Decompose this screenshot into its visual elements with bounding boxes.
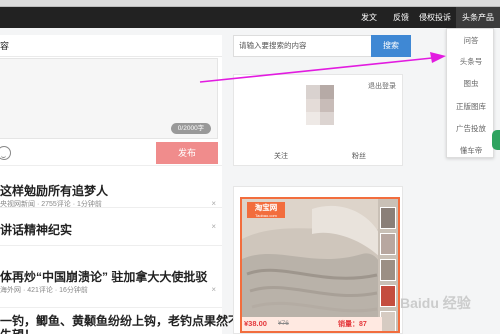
thumbnail[interactable]: [380, 285, 396, 307]
price-bar: ¥38.00 ¥76 销量：87: [242, 317, 382, 331]
post-textarea[interactable]: 0/2000字: [0, 58, 218, 139]
close-icon[interactable]: ×: [211, 285, 216, 294]
search-button[interactable]: 搜索: [371, 35, 411, 57]
feed-title[interactable]: 这样勉励所有追梦人: [0, 182, 108, 199]
thumbnail[interactable]: [380, 233, 396, 255]
emoji-icon[interactable]: [0, 146, 11, 160]
browser-chrome: [0, 0, 500, 7]
avatar[interactable]: [306, 85, 334, 125]
nav-feedback[interactable]: 反馈: [388, 7, 414, 28]
ad-card: 淘宝网 Taobao.com ¥38.00 ¥76 销量：87: [233, 186, 403, 334]
dropdown-item-gallery[interactable]: 正版图库: [447, 100, 495, 114]
logout-link[interactable]: 退出登录: [368, 81, 396, 91]
fans-label[interactable]: 粉丝: [352, 151, 366, 161]
side-tab[interactable]: [492, 130, 500, 150]
dropdown-item-wenda[interactable]: 问答: [447, 34, 495, 48]
main-column: 容 0/2000字 发布 这样勉励所有追梦人 央视网新闻 · 2755评论 · …: [0, 35, 240, 334]
dropdown-item-toutiaohao[interactable]: 头条号: [447, 55, 495, 69]
close-icon[interactable]: ×: [211, 199, 216, 208]
nav-post[interactable]: 发文: [354, 7, 384, 28]
taobao-ad[interactable]: 淘宝网 Taobao.com ¥38.00 ¥76 销量：87: [240, 197, 400, 333]
top-nav-bar: 发文 反馈 侵权投诉 头条产品: [0, 7, 500, 28]
baidu-watermark: Baidu 经验: [400, 295, 471, 311]
char-counter: 0/2000字: [171, 123, 211, 134]
ad-thumbnails: [378, 199, 398, 331]
publish-header: 容: [0, 35, 222, 57]
publish-button[interactable]: 发布: [156, 142, 218, 164]
taobao-logo-text: 淘宝网: [254, 203, 278, 212]
feed-meta: 海外网 · 421评论 · 16分钟前: [0, 287, 88, 294]
follow-label[interactable]: 关注: [274, 151, 288, 161]
taobao-logo-sub: Taobao.com: [255, 213, 277, 218]
user-card: 退出登录 关注 粉丝: [233, 74, 403, 166]
product-image[interactable]: [242, 199, 400, 333]
feed-title-line-2[interactable]: 失望！: [0, 326, 36, 334]
taobao-logo: 淘宝网 Taobao.com: [247, 202, 285, 218]
feed-item[interactable]: 体再炒“中国崩溃论” 驻加拿大大使批驳 海外网 · 421评论 · 16分钟前 …: [0, 246, 222, 308]
feed-item[interactable]: 一钓，鲫鱼、黄颡鱼纷纷上钩，老钓点果然不 失望！: [0, 308, 240, 334]
thumbnail[interactable]: [380, 207, 396, 229]
price: ¥38.00: [244, 319, 267, 328]
close-icon[interactable]: ×: [211, 222, 216, 231]
thumbnail[interactable]: [380, 311, 396, 331]
publish-toolbar: 发布: [0, 142, 222, 166]
dropdown-item-tuchong[interactable]: 图虫: [447, 77, 495, 91]
nav-infringement[interactable]: 侵权投诉: [416, 7, 454, 28]
sales-count: 销量：87: [338, 321, 367, 328]
dropdown-item-dongchedi[interactable]: 懂车帝: [447, 144, 495, 158]
feed-title[interactable]: 讲话精神纪实: [0, 221, 72, 238]
dropdown-item-ads[interactable]: 广告投放: [447, 122, 495, 136]
nav-products[interactable]: 头条产品: [456, 7, 500, 28]
search-input[interactable]: 请输入要搜索的内容: [233, 35, 373, 57]
products-dropdown: 问答 头条号 图虫 正版图库 广告投放 懂车帝: [446, 28, 494, 158]
feed-title[interactable]: 体再炒“中国崩溃论” 驻加拿大大使批驳: [0, 268, 207, 285]
thumbnail[interactable]: [380, 259, 396, 281]
feed-item[interactable]: 这样勉励所有追梦人 央视网新闻 · 2755评论 · 1分钟前 ×: [0, 166, 222, 208]
old-price: ¥76: [278, 320, 289, 327]
feed-item[interactable]: 讲话精神纪实 ×: [0, 208, 222, 246]
